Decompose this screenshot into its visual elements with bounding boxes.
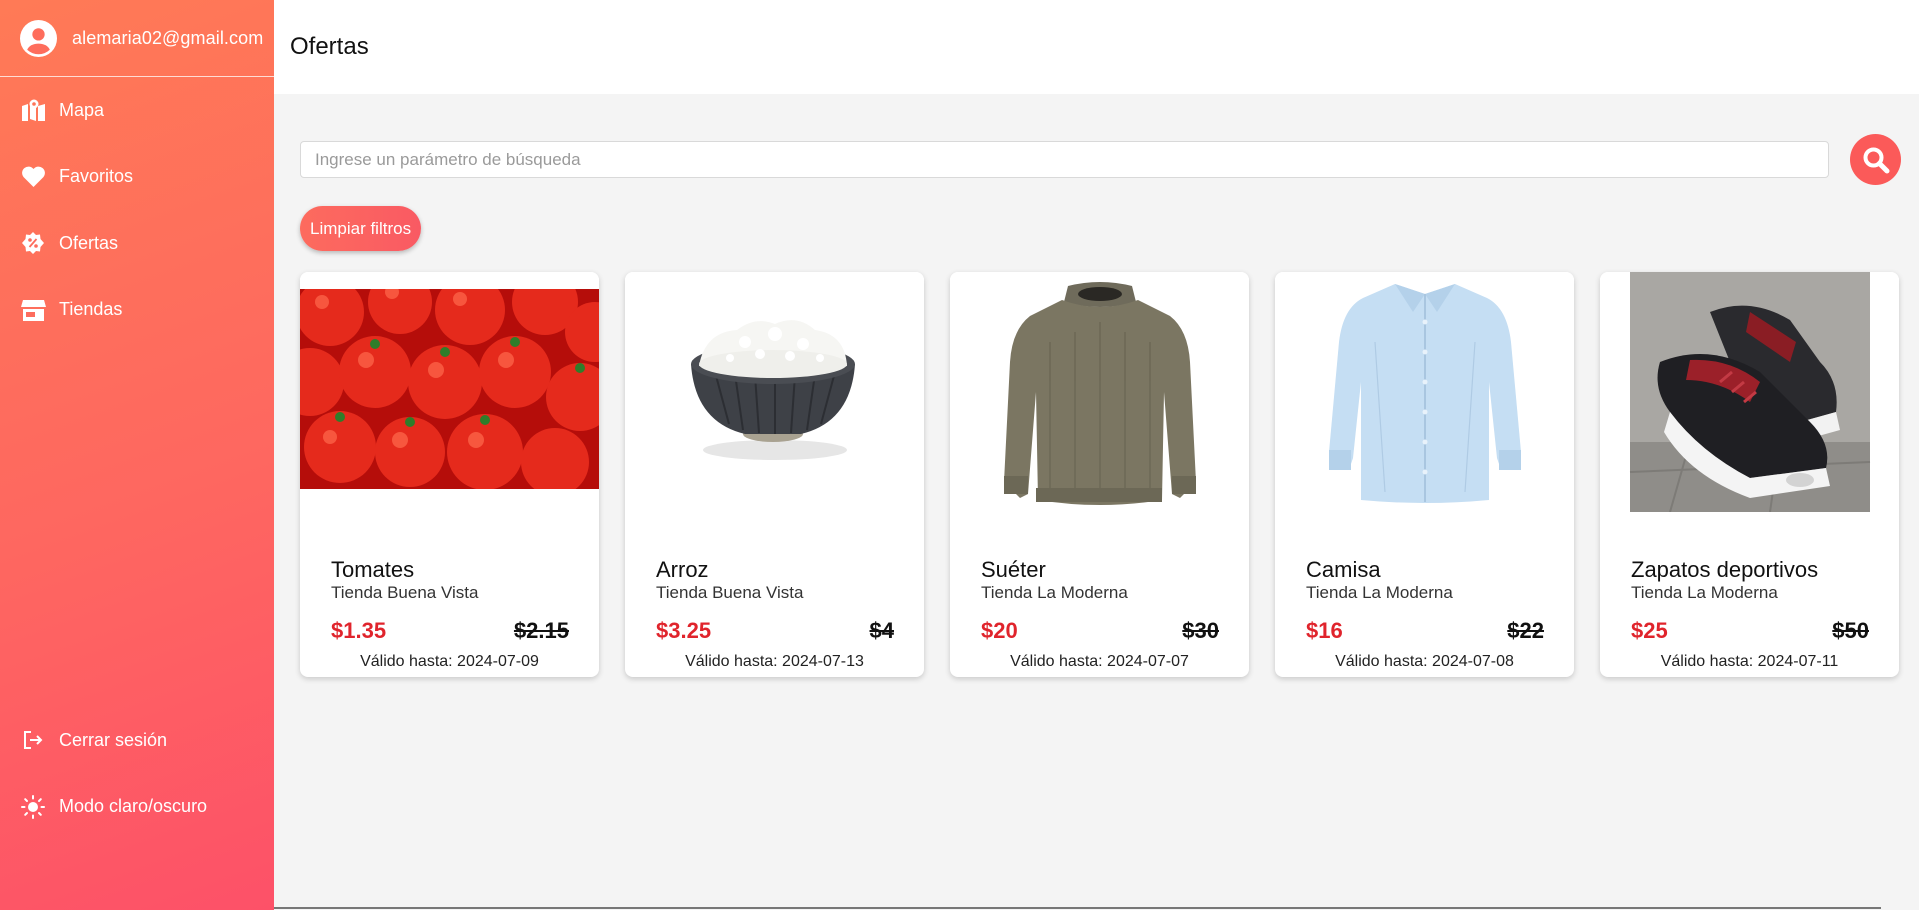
sweater-image — [950, 272, 1249, 512]
sidebar-item-label: Cerrar sesión — [59, 729, 168, 750]
shirt-image — [1275, 272, 1574, 512]
product-store: Tienda Buena Vista — [331, 583, 479, 602]
sidebar-nav: Mapa Favoritos Ofertas Tiendas — [0, 77, 274, 343]
theme-toggle-button[interactable]: Modo claro/oscuro — [0, 774, 274, 841]
product-old-price: $22 — [1507, 618, 1544, 643]
product-valid-until: Válido hasta: 2024-07-09 — [360, 653, 539, 670]
sidebar-item-label: Modo claro/oscuro — [59, 796, 208, 817]
product-card[interactable]: Suéter Tienda La Moderna $20 $30 Válido … — [950, 272, 1249, 677]
product-card[interactable]: Zapatos deportivos Tienda La Moderna $25… — [1600, 272, 1899, 677]
product-name: Tomates — [331, 557, 415, 582]
heart-icon — [20, 164, 46, 190]
search-input[interactable] — [300, 141, 1829, 178]
sidebar-item-label: Favoritos — [59, 166, 134, 187]
product-price: $3.25 — [656, 618, 712, 643]
sun-icon — [20, 794, 46, 820]
user-avatar-icon — [20, 19, 57, 57]
product-name: Arroz — [656, 557, 709, 582]
sidebar-item-label: Mapa — [59, 99, 105, 120]
product-price: $1.35 — [331, 618, 387, 643]
product-name: Camisa — [1306, 557, 1381, 582]
top-bar: Ofertas — [274, 0, 1919, 94]
page-title: Ofertas — [290, 33, 369, 60]
product-price: $16 — [1306, 618, 1343, 643]
product-valid-until: Válido hasta: 2024-07-07 — [1010, 653, 1189, 670]
user-email: alemaria02@gmail.com — [72, 27, 264, 48]
logout-button[interactable]: Cerrar sesión — [0, 707, 274, 774]
sidebar-item-favoritos[interactable]: Favoritos — [0, 144, 274, 211]
product-valid-until: Válido hasta: 2024-07-11 — [1660, 653, 1839, 670]
product-card[interactable]: Arroz Tienda Buena Vista $3.25 $4 Válido… — [625, 272, 924, 677]
product-card[interactable]: Camisa Tienda La Moderna $16 $22 Válido … — [1275, 272, 1574, 677]
product-name: Suéter — [981, 557, 1046, 582]
product-price: $25 — [1631, 618, 1668, 643]
product-name: Zapatos deportivos — [1631, 557, 1819, 582]
product-old-price: $30 — [1182, 618, 1219, 643]
logout-icon — [20, 727, 46, 753]
sidebar-bottom-nav: Cerrar sesión Modo claro/oscuro — [0, 707, 274, 840]
discount-icon — [20, 230, 46, 256]
product-store: Tienda La Moderna — [1306, 583, 1453, 602]
sidebar-item-label: Tiendas — [59, 299, 123, 320]
horizontal-scrollbar[interactable] — [274, 907, 1881, 909]
product-old-price: $2.15 — [513, 618, 569, 643]
store-icon — [20, 297, 46, 323]
sidebar-item-mapa[interactable]: Mapa — [0, 77, 274, 144]
product-card[interactable]: Tomates Tienda Buena Vista $1.35 $2.15 V… — [300, 272, 599, 677]
sidebar-item-label: Ofertas — [59, 232, 119, 253]
user-profile[interactable]: alemaria02@gmail.com — [0, 0, 274, 77]
product-price: $20 — [981, 618, 1018, 643]
search-button[interactable] — [1850, 134, 1901, 185]
product-valid-until: Válido hasta: 2024-07-13 — [685, 653, 864, 670]
sidebar-item-ofertas[interactable]: Ofertas — [0, 210, 274, 277]
product-store: Tienda Buena Vista — [656, 583, 804, 602]
search-icon — [1861, 145, 1891, 175]
product-store: Tienda La Moderna — [1631, 583, 1778, 602]
sidebar: alemaria02@gmail.com Mapa Favoritos Ofer… — [0, 0, 274, 910]
product-store: Tienda La Moderna — [981, 583, 1128, 602]
product-old-price: $50 — [1832, 618, 1869, 643]
tomatoes-image — [300, 272, 599, 512]
rice-bowl-image — [625, 272, 924, 512]
product-old-price: $4 — [869, 618, 894, 643]
map-icon — [20, 97, 46, 123]
clear-filters-button[interactable]: Limpiar filtros — [300, 206, 422, 251]
product-valid-until: Válido hasta: 2024-07-08 — [1335, 653, 1514, 670]
sneakers-image — [1600, 272, 1899, 512]
sidebar-item-tiendas[interactable]: Tiendas — [0, 277, 274, 344]
